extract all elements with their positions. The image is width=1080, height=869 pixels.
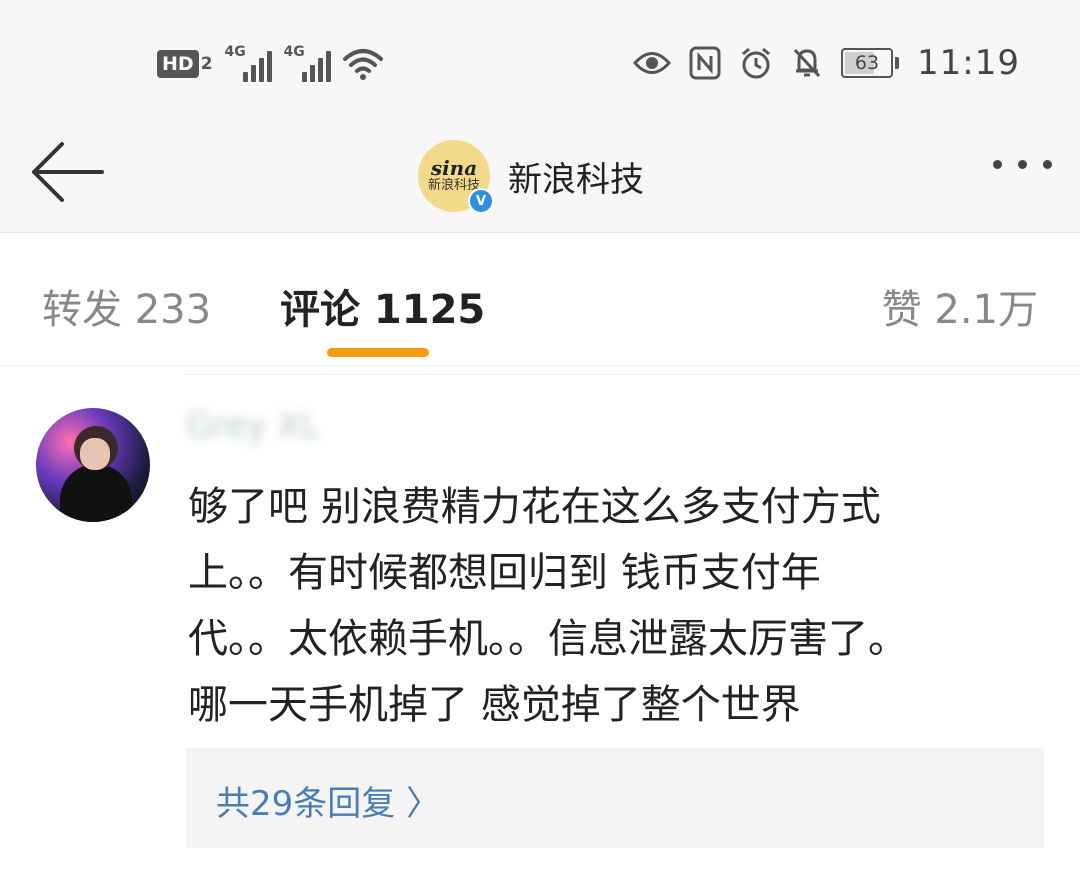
status-right: 63 11:19 (633, 40, 1020, 86)
account-title[interactable]: sina 新浪科技 V 新浪科技 (418, 132, 644, 220)
more-options-icon[interactable] (993, 160, 1052, 169)
avatar[interactable] (36, 408, 150, 522)
comment-text: 够了吧 别浪费精力花在这么多支付方式 上。。有时候都想回归到 钱币支付年 代。。… (188, 474, 1048, 738)
comment-line: 够了吧 别浪费精力花在这么多支付方式 (188, 484, 881, 530)
tab-comment[interactable]: 评论 1125 (280, 277, 485, 335)
sim1-label: 4G (224, 44, 246, 60)
account-avatar[interactable]: sina 新浪科技 V (418, 140, 494, 214)
view-replies-button[interactable]: 共29条回复 〉 (186, 748, 1044, 848)
mute-icon (793, 48, 821, 78)
hd-icon: HD 2 (157, 50, 213, 78)
hd-sim: 2 (200, 54, 213, 74)
battery-icon: 63 (841, 48, 900, 78)
status-bar: HD 2 4G 4G 63 11:19 (0, 0, 1080, 120)
eye-icon (633, 52, 672, 74)
nfc-icon (689, 46, 721, 80)
app-header: sina 新浪科技 V 新浪科技 (0, 120, 1080, 233)
tab-forward[interactable]: 转发 233 (42, 277, 211, 335)
back-arrow-icon[interactable] (28, 140, 104, 204)
comment-line: 上。。有时候都想回归到 钱币支付年 (188, 550, 821, 596)
hd-label: HD (157, 50, 199, 78)
replies-label: 共29条回复 〉 (216, 784, 441, 824)
tab-like[interactable]: 赞 2.1万 (882, 277, 1038, 335)
comment-username[interactable]: Grey XL (186, 406, 346, 458)
sina-logo-text: sina (430, 156, 478, 180)
clock: 11:19 (917, 43, 1020, 83)
tab-bar: 转发 233 评论 1125 赞 2.1万 (0, 233, 1080, 366)
active-tab-indicator (327, 348, 429, 357)
comment-item: Grey XL 够了吧 别浪费精力花在这么多支付方式 上。。有时候都想回归到 钱… (0, 366, 1080, 869)
sim2-label: 4G (283, 44, 305, 60)
page-title: 新浪科技 (508, 159, 644, 200)
status-left: HD 2 4G 4G (157, 44, 383, 84)
divider (186, 374, 1080, 375)
comment-line: 哪一天手机掉了 感觉掉了整个世界 (188, 682, 801, 728)
alarm-icon (742, 47, 770, 79)
battery-level: 63 (854, 52, 880, 74)
verified-badge-icon: V (468, 188, 494, 214)
wifi-icon (342, 49, 383, 80)
comment-line: 代。。太依赖手机。。信息泄露太厉害了。 (188, 616, 908, 662)
signal-icon: 4G (224, 44, 272, 82)
signal-icon: 4G (283, 44, 331, 82)
